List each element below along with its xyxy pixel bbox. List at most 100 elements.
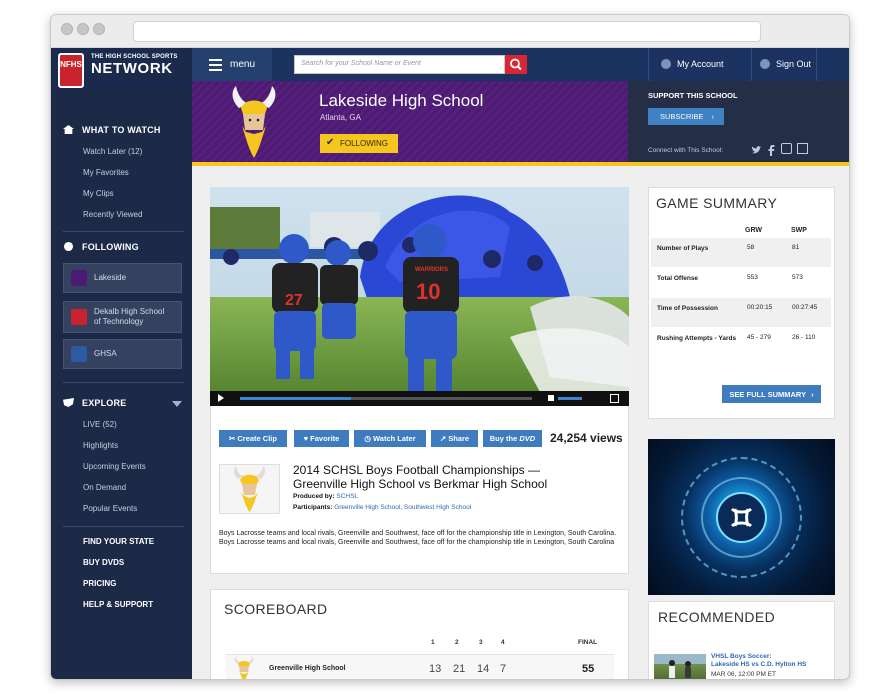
event-title: 2014 SCHSL Boys Football Championships —… <box>293 463 548 491</box>
favorite-button[interactable]: ♥ Favorite <box>294 430 349 447</box>
following-button[interactable]: ✔ FOLLOWING <box>320 134 398 153</box>
window-maximize-dot[interactable] <box>93 23 105 35</box>
sidebar: WHAT TO WATCH Watch Later (12) My Favori… <box>51 81 192 679</box>
game-summary-row: Total Offense 553 573 <box>657 274 803 282</box>
play-icon[interactable] <box>218 394 224 402</box>
window-minimize-dot[interactable] <box>77 23 89 35</box>
producer-link[interactable]: SCHSL <box>336 493 358 500</box>
sidebar-heading-following[interactable]: FOLLOWING <box>63 242 139 252</box>
chevron-down-icon[interactable] <box>172 401 182 407</box>
page-viewport: menu Search for your School Name or Even… <box>51 48 849 679</box>
sign-out-label: Sign Out <box>776 59 812 69</box>
sidebar-item-buy-dvds[interactable]: BUY DVDS <box>83 558 124 567</box>
scoreboard-q3-header: 3 <box>479 639 483 646</box>
sidebar-item-my-favorites[interactable]: My Favorites <box>83 168 129 177</box>
scoreboard-q2-header: 2 <box>455 639 459 646</box>
sidebar-item-lakeside[interactable]: Lakeside <box>63 263 182 293</box>
window-close-dot[interactable] <box>61 23 73 35</box>
recommended-title: RECOMMENDED <box>658 609 776 625</box>
game-summary-col-home: GRW <box>745 227 762 234</box>
sidebar-item-help-support[interactable]: HELP & SUPPORT <box>83 600 153 609</box>
share-icon: ↗ <box>439 434 449 443</box>
watch-later-button[interactable]: ◷ Watch Later <box>354 430 426 447</box>
share-button[interactable]: ↗ Share <box>431 430 478 447</box>
sidebar-item-popular-events[interactable]: Popular Events <box>83 504 137 513</box>
scoreboard-row: Greenville High School 13 21 14 7 55 <box>226 654 614 679</box>
buy-dvd-button[interactable]: Buy the DVD <box>483 430 542 447</box>
my-account-link[interactable]: My Account <box>648 48 751 81</box>
sidebar-item-my-clips[interactable]: My Clips <box>83 189 114 198</box>
sidebar-item-upcoming-events[interactable]: Upcoming Events <box>83 462 146 471</box>
browser-chrome <box>51 15 849 48</box>
participants-link[interactable]: Greenville High School, Southwest High S… <box>334 504 471 511</box>
twitter-icon[interactable] <box>751 143 762 154</box>
instagram-icon[interactable] <box>781 143 792 154</box>
jersey-number-27: 27 <box>285 292 303 309</box>
sidebar-item-live[interactable]: LIVE (52) <box>83 420 117 429</box>
under-armour-ad[interactable] <box>648 439 835 595</box>
school-location: Atlanta, GA <box>320 113 361 122</box>
volume-icon[interactable] <box>548 395 554 401</box>
scoreboard-final-header: FINAL <box>578 639 598 646</box>
sidebar-divider <box>63 231 184 232</box>
map-icon <box>63 398 74 407</box>
team-name: Greenville High School <box>269 665 346 672</box>
gear-icon <box>661 59 671 69</box>
sidebar-heading-explore[interactable]: EXPLORE <box>63 398 126 408</box>
video-progress-bar[interactable] <box>240 397 532 400</box>
event-producer: Produced by: SCHSL <box>293 493 359 500</box>
recommended-date: MAR 06, 12:00 PM ET <box>711 671 777 678</box>
facebook-icon[interactable] <box>766 143 777 156</box>
lakeside-logo-icon <box>71 270 87 286</box>
game-summary-row: Time of Possession 00:20:15 00:27:45 <box>651 298 831 327</box>
user-icon <box>760 59 770 69</box>
create-clip-button[interactable]: ✂ Create Clip <box>219 430 287 447</box>
subscribe-button[interactable]: SUBSCRIBE › <box>648 108 724 125</box>
school-header: Lakeside High School Atlanta, GA ✔ FOLLO… <box>192 81 628 166</box>
dekalb-logo-icon <box>71 309 87 325</box>
recommended-thumbnail[interactable] <box>654 654 706 679</box>
address-bar[interactable] <box>133 21 761 42</box>
video-controls <box>210 391 629 406</box>
game-summary-col-away: SWP <box>791 227 807 234</box>
score-q2: 21 <box>453 663 466 675</box>
volume-slider[interactable] <box>558 397 582 400</box>
nfhs-network-logo[interactable]: NFHS THE HIGH SCHOOL SPORTS NETWORK <box>51 48 192 91</box>
sign-out-link[interactable]: Sign Out <box>751 48 817 81</box>
connect-label: Connect with This School: <box>648 147 724 154</box>
external-link-icon[interactable] <box>797 143 808 154</box>
browser-window: menu Search for your School Name or Even… <box>50 14 850 680</box>
see-full-summary-button[interactable]: SEE FULL SUMMARY › <box>722 385 821 403</box>
dvd-logo: DVD <box>519 434 536 443</box>
sidebar-item-dekalb[interactable]: Dekalb High School of Technology <box>63 301 182 333</box>
ghsa-logo-icon <box>71 346 87 362</box>
score-q3: 14 <box>477 663 490 675</box>
recommended-link[interactable]: VHSL Boys Soccer: Lakeside HS vs C.D. Hy… <box>711 653 806 669</box>
search-button[interactable] <box>505 55 527 74</box>
sidebar-item-ghsa[interactable]: GHSA <box>63 339 182 369</box>
support-panel: SUPPORT THIS SCHOOL SUBSCRIBE › Connect … <box>628 81 849 166</box>
sidebar-divider <box>63 382 184 383</box>
subscribe-label: SUBSCRIBE <box>660 112 704 121</box>
event-description: Boys Lacrosse teams and local rivals, Gr… <box>219 530 617 546</box>
sidebar-item-on-demand[interactable]: On Demand <box>83 483 126 492</box>
menu-label: menu <box>230 59 256 70</box>
jersey-number-10: 10 <box>416 279 440 304</box>
menu-button[interactable]: menu <box>192 48 272 81</box>
sidebar-item-watch-later[interactable]: Watch Later (12) <box>83 147 142 156</box>
vikings-logo <box>232 86 276 158</box>
logo-wordmark: NETWORK <box>91 60 173 77</box>
sidebar-heading-what-to-watch[interactable]: WHAT TO WATCH <box>63 125 161 135</box>
fullscreen-icon[interactable] <box>610 394 619 403</box>
sidebar-item-find-your-state[interactable]: FIND YOUR STATE <box>83 537 154 546</box>
sidebar-item-pricing[interactable]: PRICING <box>83 579 116 588</box>
sidebar-item-recently-viewed[interactable]: Recently Viewed <box>83 210 142 219</box>
users-icon <box>63 242 74 251</box>
scoreboard-title: SCOREBOARD <box>224 601 328 617</box>
score-q4: 7 <box>500 663 507 675</box>
sidebar-item-highlights[interactable]: Highlights <box>83 441 118 450</box>
video-player[interactable]: 27 10 WARRIORS <box>210 187 629 406</box>
nfhs-shield-icon: NFHS <box>58 53 84 88</box>
search-input[interactable]: Search for your School Name or Event <box>294 55 505 74</box>
view-count: 24,254 views <box>550 431 623 445</box>
